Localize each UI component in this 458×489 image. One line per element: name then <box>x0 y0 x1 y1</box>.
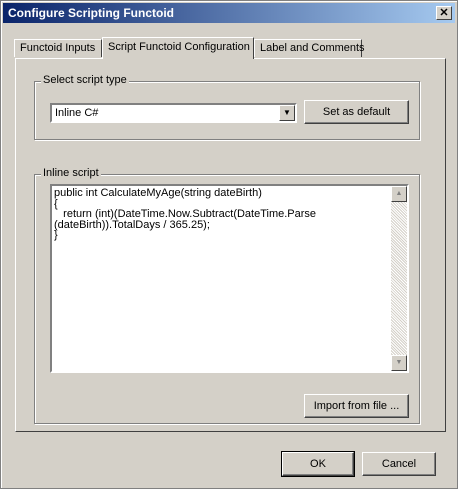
script-type-select[interactable]: Inline C# ▼ <box>50 103 297 123</box>
close-icon: ✕ <box>439 7 449 19</box>
set-as-default-button[interactable]: Set as default <box>304 100 409 124</box>
chevron-down-icon: ▼ <box>283 108 291 117</box>
tab-label: Label and Comments <box>260 42 365 54</box>
tab-label: Script Functoid Configuration <box>108 41 250 53</box>
inline-script-legend: Inline script <box>41 167 101 179</box>
script-type-value: Inline C# <box>55 107 99 119</box>
script-type-legend: Select script type <box>41 74 129 86</box>
tab-label: Functoid Inputs <box>20 42 96 54</box>
scroll-down-button[interactable]: ▼ <box>391 355 407 371</box>
arrow-down-icon: ▼ <box>395 359 403 366</box>
dropdown-button[interactable]: ▼ <box>279 105 295 121</box>
tab-script-functoid-configuration[interactable]: Script Functoid Configuration <box>102 37 254 59</box>
script-code[interactable]: public int CalculateMyAge(string dateBir… <box>54 188 390 241</box>
ok-button[interactable]: OK <box>281 451 355 477</box>
inline-script-editor[interactable]: public int CalculateMyAge(string dateBir… <box>50 184 409 373</box>
scroll-up-button[interactable]: ▲ <box>391 186 407 202</box>
cancel-button[interactable]: Cancel <box>362 452 436 476</box>
tab-functoid-inputs[interactable]: Functoid Inputs <box>14 39 102 57</box>
dialog-window: Configure Scripting Functoid ✕ Functoid … <box>0 0 458 489</box>
vertical-scrollbar[interactable]: ▲ ▼ <box>391 186 407 371</box>
import-from-file-button[interactable]: Import from file ... <box>304 394 409 418</box>
tab-label-and-comments[interactable]: Label and Comments <box>254 39 365 57</box>
window-title: Configure Scripting Functoid <box>8 6 174 20</box>
arrow-up-icon: ▲ <box>395 190 403 197</box>
title-bar: Configure Scripting Functoid ✕ <box>3 3 455 23</box>
close-button[interactable]: ✕ <box>436 6 452 20</box>
